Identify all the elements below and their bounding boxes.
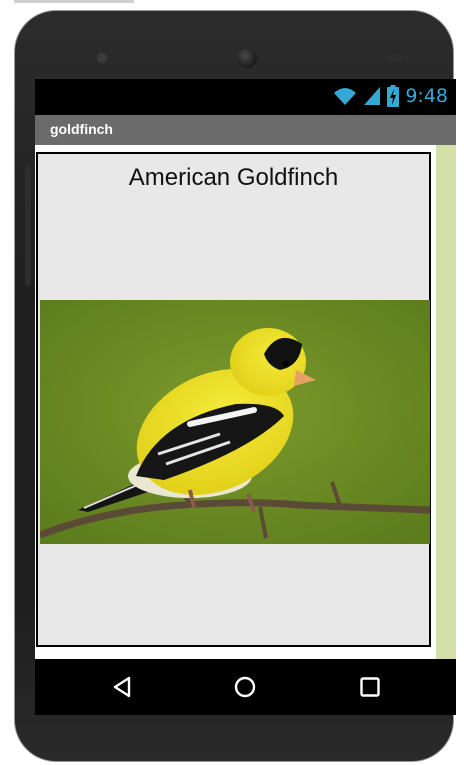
phone-frame: 9:48 goldfinch American Goldfinch	[14, 10, 456, 762]
home-icon	[234, 676, 256, 698]
app-title: goldfinch	[50, 121, 113, 137]
proximity-sensor	[387, 55, 403, 61]
status-bar: 9:48	[35, 79, 456, 115]
wifi-icon	[334, 88, 357, 105]
device-screen: 9:48 goldfinch American Goldfinch	[35, 79, 456, 715]
scroll-strip	[436, 145, 456, 659]
earpiece-speaker	[237, 48, 257, 68]
page-title: American Goldfinch	[128, 164, 339, 191]
goldfinch-photo	[40, 300, 430, 544]
app-title-bar: goldfinch	[35, 115, 456, 145]
battery-charging-icon	[387, 85, 400, 107]
signal-icon	[364, 87, 381, 105]
top-divider	[14, 0, 134, 3]
back-button[interactable]	[107, 672, 137, 702]
status-time: 9:48	[405, 85, 448, 107]
vertical-arrangement: American Goldfinch	[36, 152, 431, 647]
front-camera-icon	[97, 53, 107, 63]
back-icon	[113, 676, 131, 698]
screen-content: American Goldfinch	[35, 145, 456, 659]
volume-button	[25, 166, 31, 286]
navigation-bar	[35, 659, 456, 715]
recents-button[interactable]	[355, 672, 385, 702]
recents-icon	[360, 677, 380, 697]
home-button[interactable]	[230, 672, 260, 702]
